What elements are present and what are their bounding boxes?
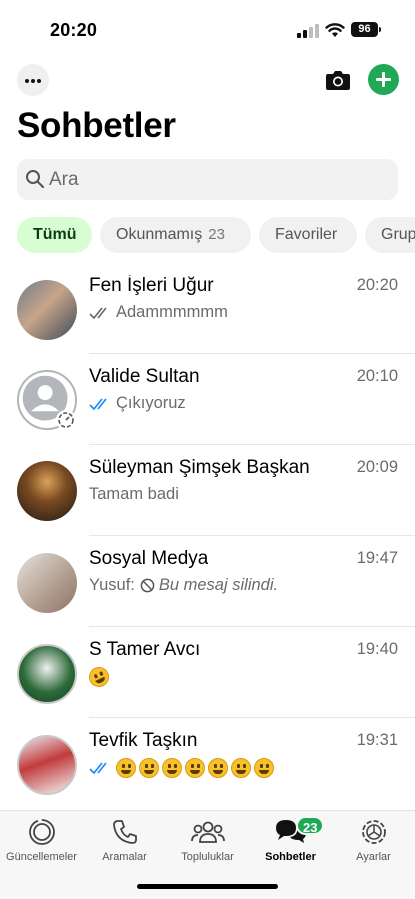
chat-preview-text: Çıkıyoruz <box>116 394 186 412</box>
communities-icon <box>190 821 225 843</box>
tab-label: Güncellemeler <box>6 851 77 863</box>
page-title: Sohbetler <box>17 106 176 145</box>
updates-icon <box>28 819 55 845</box>
tab-settings[interactable]: Ayarlar <box>332 817 415 863</box>
signal-icon <box>297 24 319 38</box>
filter-favorites[interactable]: Favoriler <box>259 217 357 253</box>
read-ticks-icon <box>89 397 107 410</box>
chat-name: Fen İşleri Uğur <box>89 275 214 296</box>
chat-name: Süleyman Şimşek Başkan <box>89 457 310 478</box>
tab-updates[interactable]: Güncellemeler <box>0 817 83 863</box>
more-icon <box>25 79 29 83</box>
tab-label: Topluluklar <box>181 851 234 863</box>
chat-name: S Tamer Avcı <box>89 639 201 660</box>
camera-icon[interactable] <box>323 65 353 95</box>
grinning-emoji-icon <box>254 758 274 778</box>
grinning-emoji-icon <box>208 758 228 778</box>
tab-chats-badge: 23 <box>296 816 325 835</box>
rofl-emoji-icon <box>85 663 113 691</box>
grinning-emoji-icon <box>231 758 251 778</box>
avatar <box>17 644 77 704</box>
tab-communities[interactable]: Topluluklar <box>166 817 249 863</box>
chat-preview: Adammmmmm <box>89 303 228 322</box>
avatar <box>17 280 77 340</box>
chat-preview-sender: Yusuf: <box>89 576 135 594</box>
phone-icon <box>112 820 137 844</box>
filter-all[interactable]: Tümü <box>17 217 92 253</box>
chat-time: 19:40 <box>356 640 398 658</box>
chat-row[interactable]: Sosyal Medya 19:47 Yusuf: Bu mesaj silin… <box>0 536 415 627</box>
filter-unread[interactable]: Okunmamış 23 <box>100 217 251 253</box>
filter-groups[interactable]: Gruplar <box>365 217 415 253</box>
grinning-emoji-icon <box>185 758 205 778</box>
home-indicator <box>137 884 278 889</box>
search-placeholder: Ara <box>49 169 79 190</box>
new-chat-button[interactable] <box>368 64 399 95</box>
chat-preview: Çıkıyoruz <box>89 394 186 413</box>
chat-preview-text: Tamam badi <box>89 485 179 503</box>
chat-row[interactable]: Valide Sultan 20:10 Çıkıyoruz <box>0 354 415 445</box>
chat-preview: Yusuf: Bu mesaj silindi. <box>89 576 278 595</box>
chat-preview: Tamam badi <box>89 485 179 504</box>
chat-time: 20:10 <box>356 367 398 385</box>
battery-tip <box>379 27 381 32</box>
grinning-emoji-icon <box>116 758 136 778</box>
avatar <box>17 735 77 795</box>
avatar <box>17 461 77 521</box>
search-icon <box>26 170 45 189</box>
chat-row[interactable]: Fen İşleri Uğur 20:20 Adammmmmm <box>0 263 415 354</box>
tab-label: Sohbetler <box>265 851 316 863</box>
chat-time: 19:47 <box>356 549 398 567</box>
chat-time: 20:09 <box>356 458 398 476</box>
chat-preview-text: Adammmmmm <box>116 303 228 321</box>
status-time: 20:20 <box>50 20 98 40</box>
chat-name: Tevfik Taşkın <box>89 730 198 751</box>
filter-favorites-label: Favoriler <box>275 226 338 243</box>
chat-time: 19:31 <box>356 731 398 749</box>
battery-indicator: 96 <box>351 22 378 37</box>
tab-label: Ayarlar <box>356 851 391 863</box>
settings-icon <box>361 820 386 844</box>
delivered-ticks-icon <box>89 306 107 319</box>
chat-preview <box>89 758 277 778</box>
tab-chats[interactable]: 23 Sohbetler <box>249 816 332 863</box>
tab-calls[interactable]: Aramalar <box>83 817 166 863</box>
deleted-message-icon <box>140 578 155 593</box>
filter-unread-label: Okunmamış <box>116 226 203 243</box>
status-bar: 20:20 96 <box>0 0 415 56</box>
chat-row[interactable]: Süleyman Şimşek Başkan 20:09 Tamam badi <box>0 445 415 536</box>
wifi-icon <box>325 23 345 37</box>
status-ring-icon <box>56 410 76 430</box>
read-ticks-icon <box>89 762 107 775</box>
chat-time: 20:20 <box>356 276 398 294</box>
chat-name: Sosyal Medya <box>89 548 209 569</box>
avatar <box>17 553 77 613</box>
filter-all-label: Tümü <box>33 226 77 243</box>
more-options-button[interactable] <box>17 64 49 96</box>
chat-row[interactable]: S Tamer Avcı 19:40 <box>0 627 415 718</box>
tab-label: Aramalar <box>102 851 147 863</box>
filter-unread-count: 23 <box>208 226 225 243</box>
chat-name: Valide Sultan <box>89 366 200 387</box>
filter-chips: Tümü Okunmamış 23 Favoriler Gruplar <box>0 217 415 254</box>
search-input[interactable]: Ara <box>17 159 398 200</box>
chat-row[interactable]: Tevfik Taşkın 19:31 <box>0 718 415 809</box>
filter-groups-label: Gruplar <box>381 226 415 243</box>
grinning-emoji-icon <box>162 758 182 778</box>
grinning-emoji-icon <box>139 758 159 778</box>
chat-preview-text: Bu mesaj silindi. <box>158 576 279 594</box>
chat-preview <box>85 663 113 691</box>
